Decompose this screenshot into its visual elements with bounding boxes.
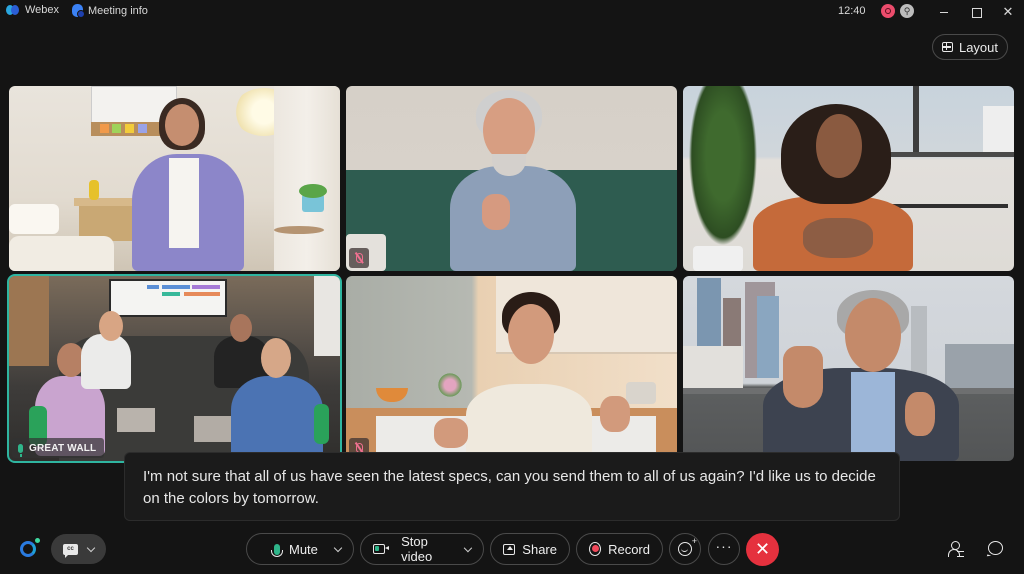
meeting-clock: 12:40 [838,5,866,17]
title-bar: Webex Meeting info 12:40 ⚲ ✕ [0,0,1024,24]
window-frame [913,86,919,152]
microphone-icon [271,543,283,557]
closed-caption-box: I'm not sure that all of us have seen th… [124,452,900,521]
camera-icon [373,544,390,554]
video-tile-6[interactable] [683,276,1014,461]
meeting-lock-icon[interactable]: ⚲ [900,4,914,18]
recording-indicator-icon[interactable] [881,4,895,18]
close-icon: ✕ [754,539,771,559]
webex-logo-icon [6,4,20,16]
end-call-button[interactable]: ✕ [746,533,779,566]
vase [89,180,99,200]
video-tile-1[interactable] [9,86,340,271]
video-feed [683,86,1014,271]
stop-video-label: Stop video [401,534,433,564]
participants-list-icon [957,551,964,557]
meeting-info-icon [72,4,85,18]
ai-assistant-icon[interactable] [20,538,40,557]
record-icon [589,542,602,556]
close-window-button[interactable]: ✕ [998,2,1018,22]
maximize-button[interactable] [966,2,986,22]
mic-on-icon [18,443,23,457]
stop-video-button[interactable]: Stop video [360,533,484,565]
video-tile-3[interactable] [683,86,1014,271]
share-label: Share [522,541,557,557]
reactions-button[interactable] [669,533,701,565]
participant-name-badge: GREAT WALL [12,438,105,458]
plant [683,86,763,261]
meeting-info-label: Meeting info [88,4,148,17]
bed [9,236,114,271]
video-feed [683,276,1014,461]
video-feed [346,276,677,461]
app-title: Webex [6,4,59,16]
mute-label: Mute [289,541,318,557]
record-button[interactable]: Record [576,533,663,565]
layout-label: Layout [958,39,999,55]
video-feed [9,86,340,271]
share-button[interactable]: Share [490,533,570,565]
record-label: Record [608,541,650,557]
more-options-button[interactable]: ··· [708,533,740,565]
video-feed [346,86,677,271]
video-tile-2[interactable] [346,86,677,271]
minimize-button[interactable] [934,2,954,22]
curtain [274,86,340,271]
waving-hand [783,346,823,408]
video-feed [9,276,340,461]
share-screen-icon [503,543,516,555]
muted-badge [349,248,369,268]
meeting-info-button[interactable]: Meeting info [72,4,148,18]
chevron-down-icon[interactable] [464,543,473,552]
emoji-reaction-icon [678,536,697,556]
mute-button[interactable]: Mute [246,533,354,565]
more-icon: ··· [715,538,733,554]
app-name: Webex [25,4,60,16]
mic-muted-icon [355,253,363,263]
grid-icon [941,42,953,52]
video-tile-4[interactable]: GREAT WALL [7,274,342,463]
caption-text: I'm not sure that all of us have seen th… [143,468,876,507]
closed-captions-icon: cc [63,543,78,558]
captions-button[interactable]: cc [51,534,106,564]
participant-name: GREAT WALL [29,442,97,454]
chevron-down-icon[interactable] [333,543,343,552]
chat-icon[interactable] [988,541,1003,555]
layout-button[interactable]: Layout [932,34,1008,60]
chevron-down-icon[interactable] [86,543,96,552]
video-tile-5[interactable] [346,276,677,461]
